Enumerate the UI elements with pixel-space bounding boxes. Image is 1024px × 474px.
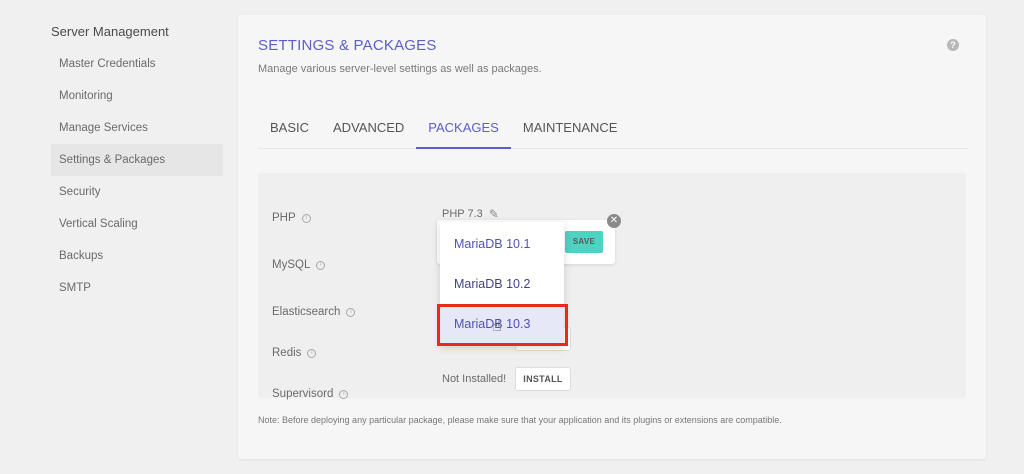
highlight-annotation <box>437 304 568 346</box>
dropdown-option-mariadb-10-2[interactable]: MariaDB 10.2 <box>440 264 564 304</box>
compatibility-note: Note: Before deploying any particular pa… <box>258 415 782 425</box>
package-label: Redis <box>272 347 302 359</box>
packages-panel: PHP i PHP 7.3 ✎ MySQL i Elasticsearch i … <box>258 173 966 400</box>
tab-advanced[interactable]: ADVANCED <box>321 113 416 149</box>
package-label: Elasticsearch <box>272 306 341 318</box>
sidebar-title: Server Management <box>51 24 169 39</box>
info-icon[interactable]: i <box>346 307 356 317</box>
sidebar-item-manage-services[interactable]: Manage Services <box>51 112 223 144</box>
package-row-elasticsearch: Elasticsearch i <box>272 302 356 322</box>
close-icon[interactable]: ✕ <box>607 214 621 228</box>
pencil-icon[interactable]: ✎ <box>489 207 499 221</box>
tab-maintenance[interactable]: MAINTENANCE <box>511 113 630 149</box>
tab-basic[interactable]: BASIC <box>258 113 321 149</box>
page-title: SETTINGS & PACKAGES <box>258 37 437 54</box>
info-icon[interactable]: i <box>301 213 311 223</box>
tab-packages[interactable]: PACKAGES <box>416 113 511 149</box>
package-label: Supervisord <box>272 388 334 400</box>
sidebar-item-vertical-scaling[interactable]: Vertical Scaling <box>51 208 223 240</box>
sidebar-item-smtp[interactable]: SMTP <box>51 272 223 304</box>
question-circle-icon[interactable]: ? <box>947 39 959 51</box>
package-row-php: PHP i <box>272 208 311 228</box>
hand-cursor-icon: ☝ <box>492 318 502 335</box>
info-icon[interactable]: i <box>316 260 326 270</box>
sidebar-item-master-credentials[interactable]: Master Credentials <box>51 48 223 80</box>
tab-bar: BASIC ADVANCED PACKAGES MAINTENANCE <box>258 113 968 149</box>
package-row-supervisord: Supervisord i <box>272 384 349 404</box>
sidebar: Server Management Master Credentials Mon… <box>51 20 223 304</box>
info-icon[interactable]: i <box>307 348 317 358</box>
package-row-redis: Redis i <box>272 343 317 363</box>
sidebar-item-security[interactable]: Security <box>51 176 223 208</box>
sidebar-item-backups[interactable]: Backups <box>51 240 223 272</box>
package-label: MySQL <box>272 259 311 271</box>
save-button[interactable]: SAVE <box>565 231 603 253</box>
supervisord-status: Not Installed! <box>442 373 507 385</box>
dropdown-option-mariadb-10-1[interactable]: MariaDB 10.1 <box>440 224 564 264</box>
page-subtitle: Manage various server-level settings as … <box>258 63 542 75</box>
info-icon[interactable]: i <box>339 389 349 399</box>
sidebar-item-monitoring[interactable]: Monitoring <box>51 80 223 112</box>
package-label: PHP <box>272 212 296 224</box>
package-row-mysql: MySQL i <box>272 255 326 275</box>
install-button[interactable]: INSTALL <box>515 367 571 391</box>
sidebar-item-settings-packages[interactable]: Settings & Packages <box>51 144 223 176</box>
php-version: PHP 7.3 ✎ <box>442 207 499 221</box>
php-version-value: PHP 7.3 <box>442 208 483 220</box>
